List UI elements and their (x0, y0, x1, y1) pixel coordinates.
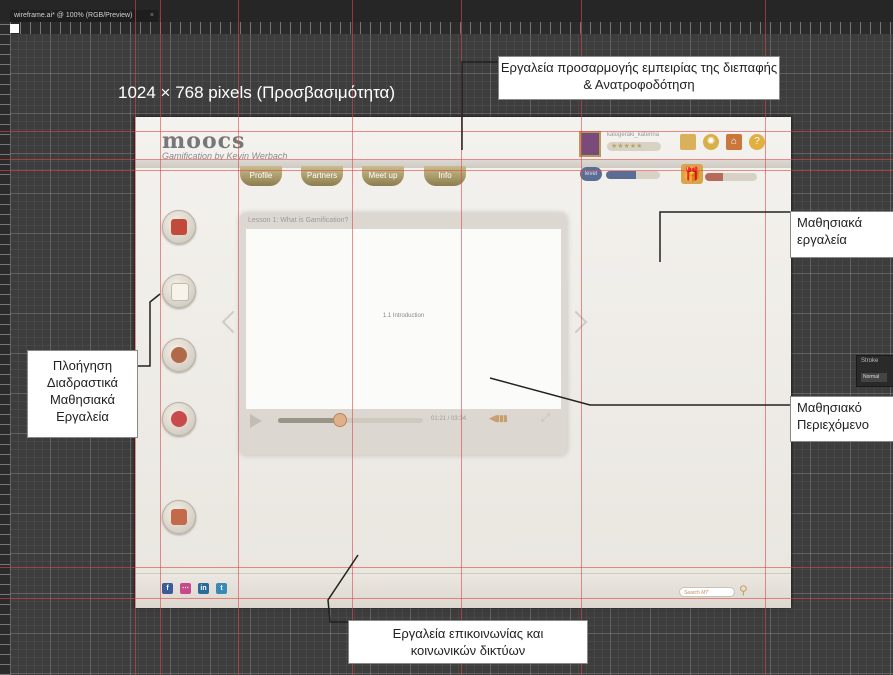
callout-lines (138, 61, 790, 623)
stroke-panel-title: Stroke (861, 358, 879, 364)
navigation-leader (138, 293, 161, 367)
learning-content-leader (489, 377, 790, 406)
learning-tools-leader (659, 211, 790, 262)
stroke-panel[interactable]: Stroke Normal (856, 355, 893, 387)
ux-tools-leader (461, 61, 498, 150)
blend-mode-select[interactable]: Normal (861, 373, 887, 382)
communication-leader (327, 554, 359, 623)
